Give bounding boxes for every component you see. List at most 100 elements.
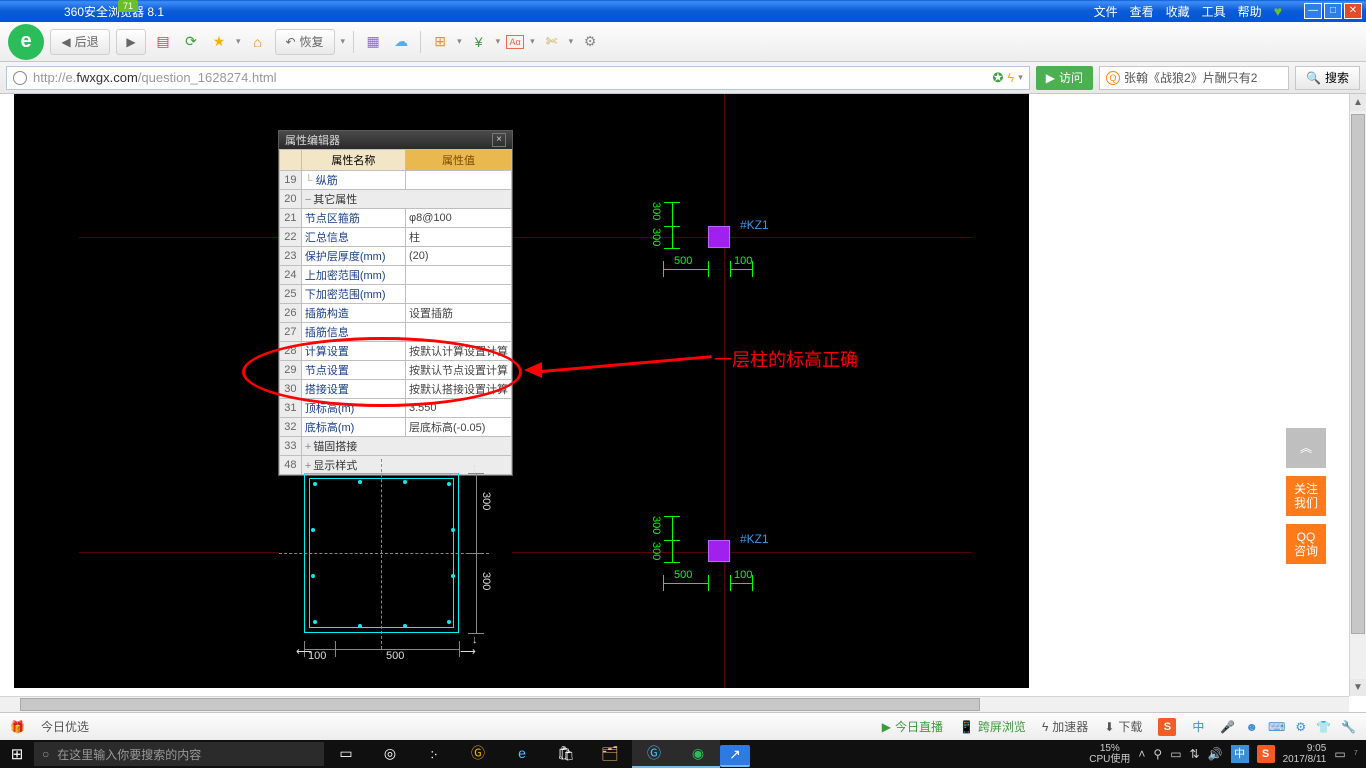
- property-row[interactable]: 21节点区箍筋φ8@100: [280, 209, 512, 228]
- property-row[interactable]: 28计算设置按默认计算设置计算: [280, 342, 512, 361]
- prop-value[interactable]: [406, 285, 512, 304]
- prop-name[interactable]: └ 纵筋: [301, 171, 405, 190]
- prop-name[interactable]: 上加密范围(mm): [301, 266, 405, 285]
- prop-value[interactable]: 按默认节点设置计算: [406, 361, 512, 380]
- prop-name[interactable]: −其它属性: [301, 190, 511, 209]
- go-button[interactable]: ▶ 访问: [1036, 66, 1093, 90]
- address-input[interactable]: http://e.fwxgx.com/question_1628274.html…: [6, 66, 1030, 90]
- prop-name[interactable]: 保护层厚度(mm): [301, 247, 405, 266]
- prop-value[interactable]: 按默认计算设置计算: [406, 342, 512, 361]
- back-to-top-button[interactable]: ︽: [1286, 428, 1326, 468]
- prop-name[interactable]: 汇总信息: [301, 228, 405, 247]
- prop-name[interactable]: 插筋构造: [301, 304, 405, 323]
- cad-canvas[interactable]: 属性编辑器 × 属性名称属性值 19└ 纵筋20−其它属性21节点区箍筋φ8@1…: [14, 94, 1029, 688]
- prop-name[interactable]: 节点设置: [301, 361, 405, 380]
- cortana-ring-icon[interactable]: ◎: [368, 740, 412, 768]
- app-swirl-icon[interactable]: ჻: [412, 740, 456, 768]
- cloud-icon[interactable]: ☁: [390, 31, 412, 53]
- property-row[interactable]: 24上加密范围(mm): [280, 266, 512, 285]
- taskview-icon[interactable]: ▭: [324, 740, 368, 768]
- mic-icon[interactable]: 🎤: [1220, 720, 1235, 734]
- prop-name[interactable]: 节点区箍筋: [301, 209, 405, 228]
- tshirt-icon[interactable]: 👕: [1316, 720, 1331, 734]
- status-download[interactable]: ⬇ 下载: [1104, 718, 1142, 735]
- minimize-button[interactable]: —: [1304, 3, 1322, 19]
- scroll-h-thumb[interactable]: [20, 698, 980, 711]
- status-live[interactable]: ▶ 今日直播: [882, 718, 943, 735]
- explorer-icon[interactable]: 🗂: [588, 740, 632, 768]
- tray-pageend-icon[interactable]: ⁷: [1354, 747, 1358, 761]
- status-cross[interactable]: 📱 跨屏浏览: [959, 718, 1026, 735]
- restore-button[interactable]: ↶ 恢复: [275, 29, 335, 55]
- skin-icon[interactable]: ♥: [1274, 3, 1282, 20]
- pay-icon[interactable]: ¥: [468, 31, 490, 53]
- start-button[interactable]: ⊞: [0, 740, 34, 768]
- status-gift-icon[interactable]: 🎁: [10, 720, 25, 734]
- browser-logo-icon[interactable]: e: [8, 24, 44, 60]
- prop-value[interactable]: [406, 266, 512, 285]
- app-g-icon[interactable]: Ⓖ: [632, 740, 676, 768]
- tray-wifi-icon[interactable]: ⇅: [1190, 747, 1200, 761]
- search-button[interactable]: 🔍 搜索: [1295, 66, 1360, 90]
- url-lightning-icon[interactable]: ϟ: [1007, 70, 1014, 85]
- property-editor-panel[interactable]: 属性编辑器 × 属性名称属性值 19└ 纵筋20−其它属性21节点区箍筋φ8@1…: [278, 130, 513, 476]
- tray-locate-icon[interactable]: ⚲: [1153, 747, 1162, 761]
- refresh-icon[interactable]: ⟳: [180, 31, 202, 53]
- cpu-meter[interactable]: 15%CPU使用: [1089, 743, 1130, 765]
- url-cert-icon[interactable]: ✪: [992, 70, 1003, 86]
- prop-name[interactable]: 插筋信息: [301, 323, 405, 342]
- property-row[interactable]: 33+锚固搭接: [280, 437, 512, 456]
- property-row[interactable]: 30搭接设置按默认搭接设置计算: [280, 380, 512, 399]
- face-icon[interactable]: ☻: [1245, 720, 1258, 734]
- prop-name[interactable]: 底标高(m): [301, 418, 405, 437]
- panel-titlebar[interactable]: 属性编辑器 ×: [279, 131, 512, 149]
- prop-value[interactable]: [406, 171, 512, 190]
- home-icon[interactable]: ⌂: [247, 31, 269, 53]
- prop-name[interactable]: 搭接设置: [301, 380, 405, 399]
- doc-icon[interactable]: ▤: [152, 31, 174, 53]
- prop-value[interactable]: (20): [406, 247, 512, 266]
- capture-icon[interactable]: ✄: [541, 31, 563, 53]
- sogou-badge-icon[interactable]: S: [1158, 718, 1176, 736]
- prop-value[interactable]: 按默认搭接设置计算: [406, 380, 512, 399]
- property-row[interactable]: 22汇总信息柱: [280, 228, 512, 247]
- maximize-button[interactable]: □: [1324, 3, 1342, 19]
- adblock-icon[interactable]: Aα: [506, 35, 524, 49]
- property-row[interactable]: 27插筋信息: [280, 323, 512, 342]
- forward-button[interactable]: ▶: [116, 29, 146, 55]
- browser360-task-icon[interactable]: ◉: [676, 740, 720, 768]
- ime-cn-badge[interactable]: 中: [1192, 718, 1204, 735]
- tray-sogou-icon[interactable]: S: [1257, 745, 1275, 763]
- prop-value[interactable]: [406, 323, 512, 342]
- prop-name[interactable]: +显示样式: [301, 456, 511, 475]
- menu-file[interactable]: 文件: [1094, 3, 1118, 20]
- menu-fav[interactable]: 收藏: [1166, 3, 1190, 20]
- wrench-icon[interactable]: 🔧: [1341, 720, 1356, 734]
- prop-name[interactable]: 顶标高(m): [301, 399, 405, 418]
- property-row[interactable]: 31顶标高(m)3.550: [280, 399, 512, 418]
- prop-value[interactable]: 3.550: [406, 399, 512, 418]
- property-row[interactable]: 25下加密范围(mm): [280, 285, 512, 304]
- column-marker-1[interactable]: [708, 226, 730, 248]
- prop-value[interactable]: φ8@100: [406, 209, 512, 228]
- app-6-icon[interactable]: Ⓖ: [456, 740, 500, 768]
- search-taskbar[interactable]: ○ 在这里输入你要搜索的内容: [34, 742, 324, 766]
- app-blue-icon[interactable]: ↗: [720, 745, 750, 767]
- prop-name[interactable]: 下加密范围(mm): [301, 285, 405, 304]
- menu-help[interactable]: 帮助: [1238, 3, 1262, 20]
- prop-value[interactable]: 设置插筋: [406, 304, 512, 323]
- tray-notifications-icon[interactable]: ▭: [1334, 747, 1345, 761]
- tray-clock[interactable]: 9:052017/8/11: [1283, 743, 1327, 765]
- property-row[interactable]: 23保护层厚度(mm)(20): [280, 247, 512, 266]
- column-marker-2[interactable]: [708, 540, 730, 562]
- horizontal-scrollbar[interactable]: [0, 696, 1349, 712]
- scroll-down-arrow[interactable]: ▼: [1350, 679, 1366, 696]
- edge-icon[interactable]: e: [500, 740, 544, 768]
- menu-tools[interactable]: 工具: [1202, 3, 1226, 20]
- apps-icon[interactable]: ⊞: [429, 31, 451, 53]
- prop-name[interactable]: +锚固搭接: [301, 437, 511, 456]
- property-row[interactable]: 19└ 纵筋: [280, 171, 512, 190]
- back-button[interactable]: ◀ 后退: [50, 29, 110, 55]
- qq-consult-button[interactable]: QQ 咨询: [1286, 524, 1326, 564]
- prop-value[interactable]: 层底标高(-0.05): [406, 418, 512, 437]
